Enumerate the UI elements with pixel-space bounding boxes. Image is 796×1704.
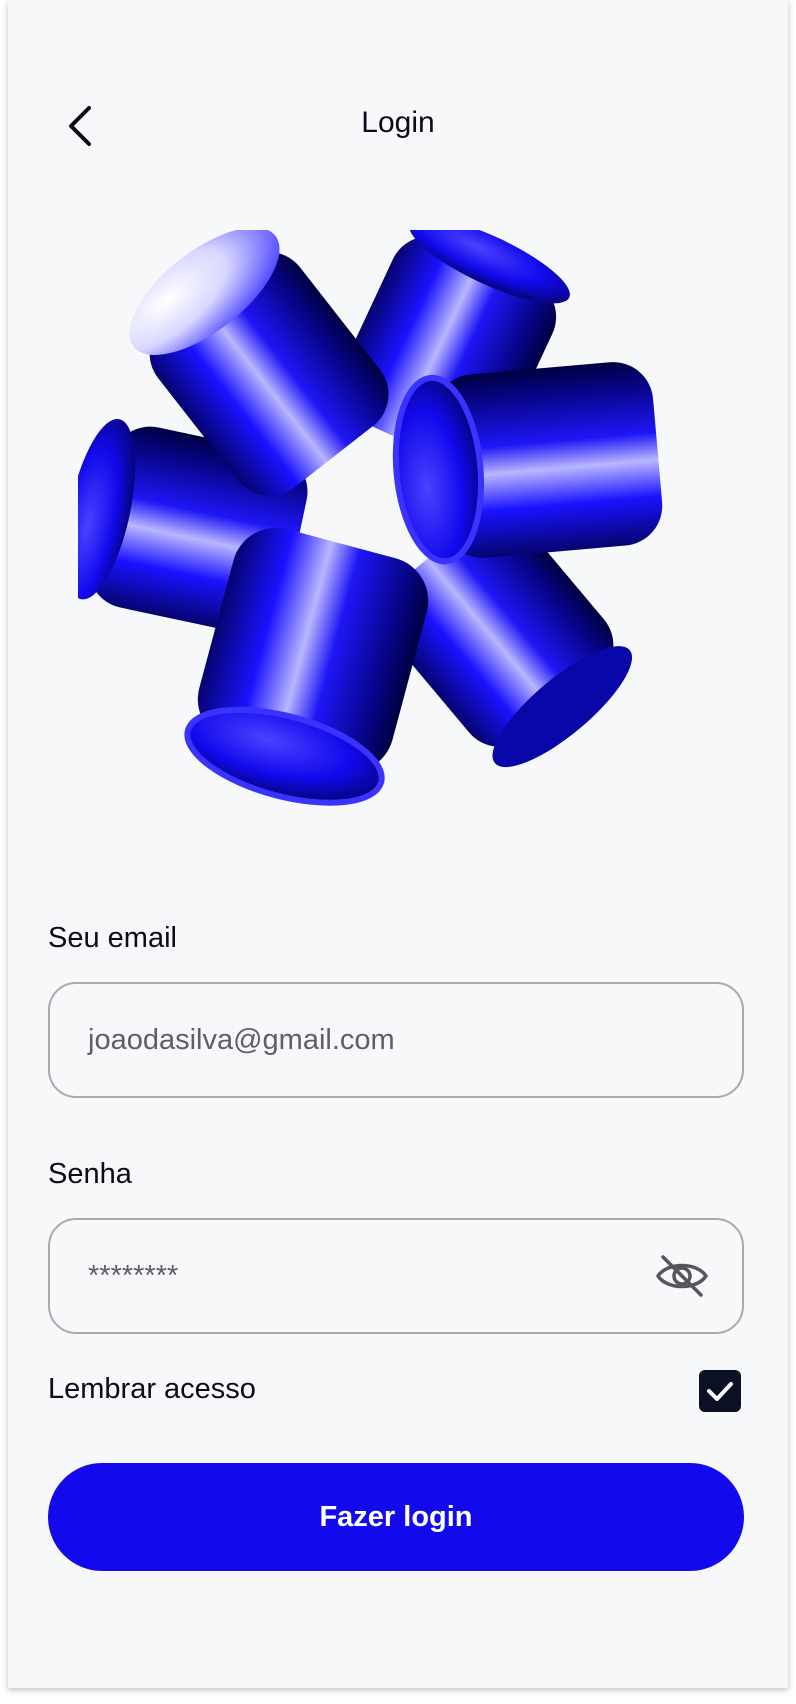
- password-field[interactable]: ********: [48, 1218, 744, 1334]
- email-label: Seu email: [48, 922, 177, 954]
- email-value: joaodasilva@gmail.com: [88, 1024, 395, 1056]
- hero-illustration: [78, 230, 663, 806]
- password-visibility-toggle[interactable]: [654, 1248, 710, 1304]
- password-label: Senha: [48, 1158, 132, 1190]
- remember-checkbox[interactable]: [699, 1370, 741, 1412]
- header: Login: [8, 90, 788, 160]
- remember-label: Lembrar acesso: [48, 1373, 256, 1405]
- check-icon: [707, 1382, 733, 1401]
- password-value: ********: [88, 1260, 179, 1292]
- login-screen: Login Seu email joaodasilva@gmail.com Se…: [8, 0, 788, 1688]
- login-button[interactable]: Fazer login: [48, 1463, 744, 1571]
- page-title: Login: [361, 106, 435, 139]
- email-field[interactable]: joaodasilva@gmail.com: [48, 982, 744, 1098]
- eye-off-icon: [656, 1255, 708, 1297]
